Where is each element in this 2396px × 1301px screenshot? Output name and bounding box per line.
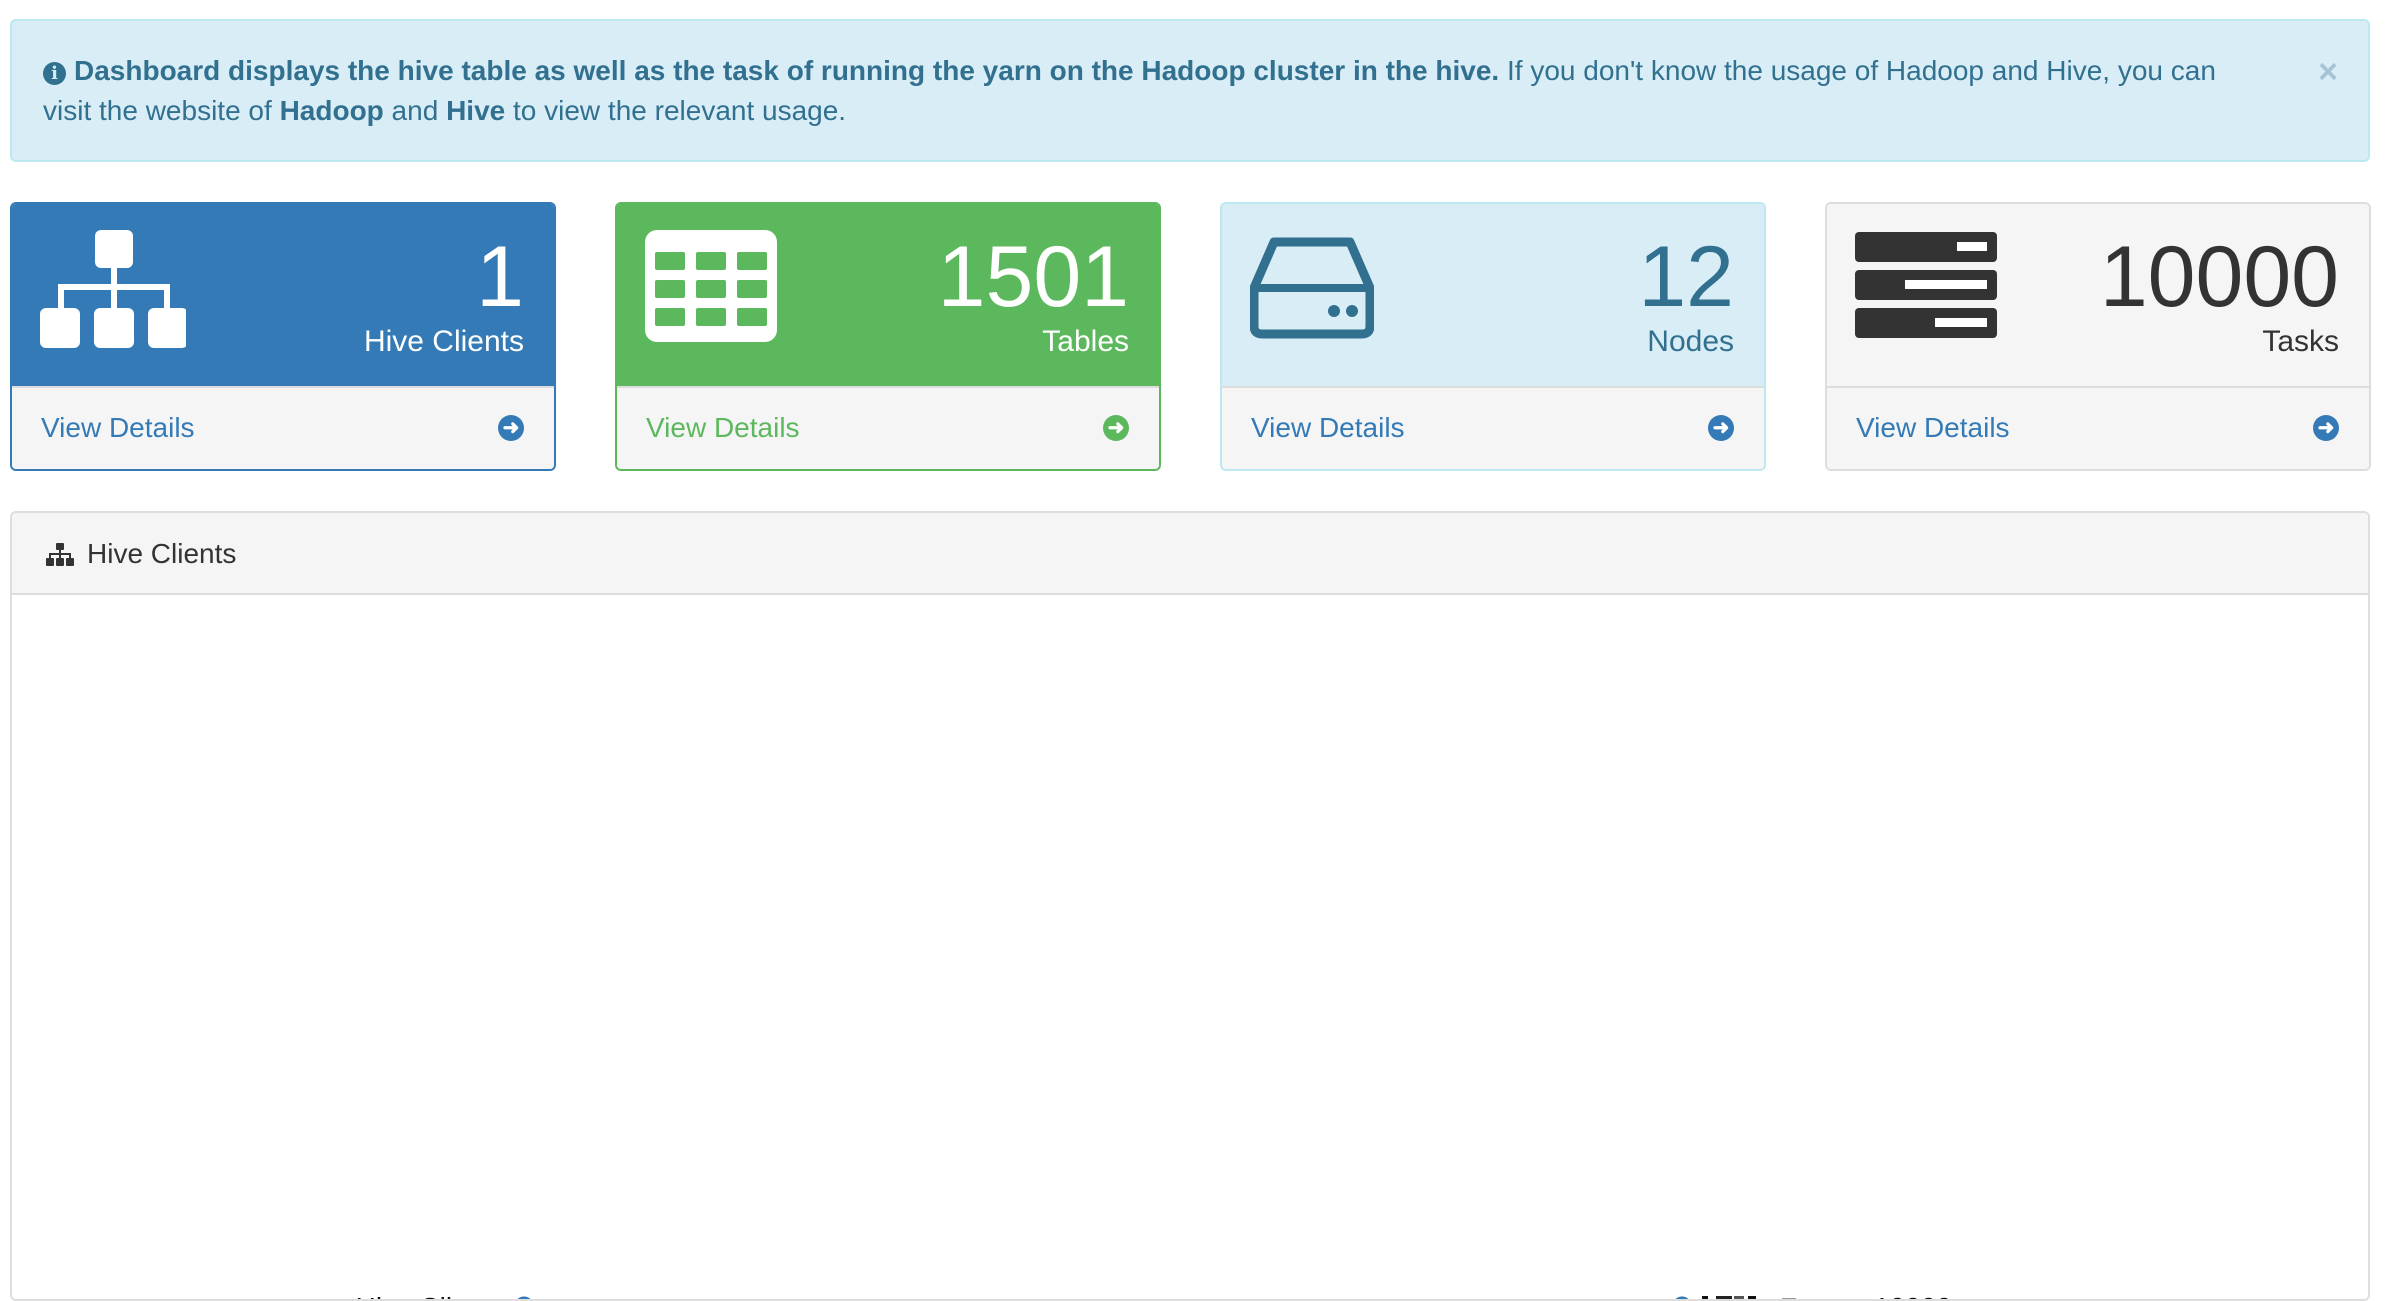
table-icon <box>645 230 777 349</box>
hive-link[interactable]: Hive <box>446 95 505 126</box>
chart-panel-heading: Hive Clients <box>12 513 2368 595</box>
hdd-icon <box>1249 230 1375 345</box>
hive-clients-count: 1 <box>476 229 524 325</box>
chart-area: Hive Clients 10000 <box>12 597 2368 1301</box>
tasks-count: 10000 <box>2099 229 2339 325</box>
nodes-count: 12 <box>1638 229 1734 325</box>
view-details-label: View Details <box>41 412 195 443</box>
alert-text-and: and <box>383 95 447 126</box>
start-label: Hive Clients <box>356 1292 505 1301</box>
panel-heading: 1 Hive Clients <box>12 204 554 388</box>
view-details-label: View Details <box>1856 412 2010 443</box>
hive-clients-chart: Hive Clients 10000 <box>356 1292 1952 1301</box>
tasks-label: Tasks <box>2262 325 2339 358</box>
tables-panel: 1501 Tables View Details ➜ <box>615 202 1161 471</box>
panel-heading: 10000 Tasks <box>1827 204 2369 388</box>
pixelated-label-placeholder <box>1702 1296 1796 1299</box>
view-details-link[interactable]: View Details ➜ <box>12 386 554 469</box>
alert-bold-text: Dashboard displays the hive table as wel… <box>74 55 1500 86</box>
arrow-circle-right-icon: ➜ <box>2313 415 2339 441</box>
hive-clients-chart-panel: Hive Clients Hive Clients 10000 <box>10 511 2370 1301</box>
view-details-link[interactable]: View Details ➜ <box>1222 386 1764 469</box>
panel-heading: 12 Nodes <box>1222 204 1764 388</box>
nodes-label: Nodes <box>1647 325 1734 358</box>
info-alert: i Dashboard displays the hive table as we… <box>10 19 2370 162</box>
view-details-label: View Details <box>1251 412 1405 443</box>
nodes-panel: 12 Nodes View Details ➜ <box>1220 202 1766 471</box>
view-details-label: View Details <box>646 412 800 443</box>
tables-count: 1501 <box>937 229 1129 325</box>
tables-label: Tables <box>1042 325 1129 358</box>
arrow-circle-right-icon: ➜ <box>498 415 524 441</box>
hive-clients-label: Hive Clients <box>363 325 524 358</box>
info-circle-icon: i <box>43 62 66 85</box>
chart-panel-title: Hive Clients <box>87 538 237 569</box>
arrow-circle-right-icon: ➜ <box>1708 415 1734 441</box>
sitemap-icon <box>46 543 74 572</box>
hive-clients-panel: 1 Hive Clients View Details ➜ <box>10 202 556 471</box>
tasks-panel: 10000 Tasks View Details ➜ <box>1825 202 2371 471</box>
close-icon[interactable]: × <box>2318 55 2338 89</box>
alert-text-end: to view the relevant usage. <box>505 95 847 126</box>
sitemap-icon <box>40 230 188 363</box>
view-details-link[interactable]: View Details ➜ <box>1827 386 2369 469</box>
view-details-link[interactable]: View Details ➜ <box>617 386 1159 469</box>
panel-heading: 1501 Tables <box>617 204 1159 388</box>
end-value-label: 10000 <box>1874 1292 1952 1301</box>
hadoop-link[interactable]: Hadoop <box>280 95 384 126</box>
arrow-circle-right-icon: ➜ <box>1103 415 1129 441</box>
tasks-icon <box>1855 230 1997 347</box>
